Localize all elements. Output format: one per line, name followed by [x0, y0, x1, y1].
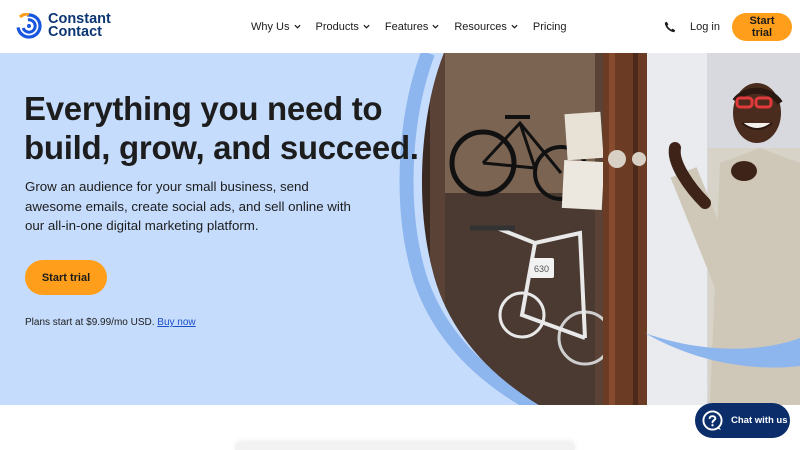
- chevron-down-icon: [293, 24, 301, 29]
- nav-item-why-us[interactable]: Why Us: [251, 21, 301, 33]
- chat-with-us-button[interactable]: Chat with us: [695, 403, 790, 438]
- nav-item-label: Products: [315, 20, 359, 33]
- chevron-down-icon: [363, 24, 370, 29]
- nav-item-pricing[interactable]: Pricing: [533, 21, 567, 33]
- buy-now-link[interactable]: Buy now: [157, 317, 195, 328]
- nav-item-label: Features: [384, 20, 429, 33]
- question-chat-icon: [702, 410, 723, 431]
- brand-line-2: Contact: [48, 24, 102, 40]
- brand-logo[interactable]: Constant Contact: [16, 10, 111, 42]
- hero-headline: Everything you need to build, grow, and …: [24, 90, 419, 166]
- login-link[interactable]: Log in: [690, 21, 720, 33]
- nav-item-products[interactable]: Products: [316, 21, 370, 33]
- chevron-down-icon: [432, 24, 439, 29]
- main-nav: Why Us Products Features Resources Prici…: [251, 0, 582, 53]
- nav-item-features[interactable]: Features: [385, 21, 439, 33]
- site-header: Constant Contact Why Us Products Feature…: [0, 0, 800, 53]
- nav-item-label: Why Us: [251, 20, 290, 33]
- pricing-note: Plans start at $9.99/mo USD. Buy now: [25, 317, 196, 328]
- price-tag-text: 630: [534, 264, 549, 274]
- phone-icon[interactable]: [664, 21, 676, 33]
- hero-start-trial-button[interactable]: Start trial: [25, 260, 107, 295]
- nav-item-resources[interactable]: Resources: [454, 21, 518, 33]
- nav-item-label: Pricing: [532, 20, 567, 33]
- hero-section: 630 Everything you need to build, grow, …: [0, 53, 800, 405]
- logo-icon: [16, 13, 42, 39]
- pricing-note-text: Plans start at $9.99/mo USD.: [25, 317, 155, 328]
- hero-subtext: Grow an audience for your small business…: [25, 179, 351, 233]
- header-actions: Log in Start trial: [664, 0, 792, 53]
- chevron-down-icon: [511, 24, 518, 29]
- brand-name: Constant Contact: [48, 12, 111, 40]
- header-start-trial-button[interactable]: Start trial: [732, 12, 792, 41]
- chat-label: Chat with us: [731, 415, 788, 426]
- nav-item-label: Resources: [454, 20, 507, 33]
- below-fold-card-edge: [235, 442, 575, 450]
